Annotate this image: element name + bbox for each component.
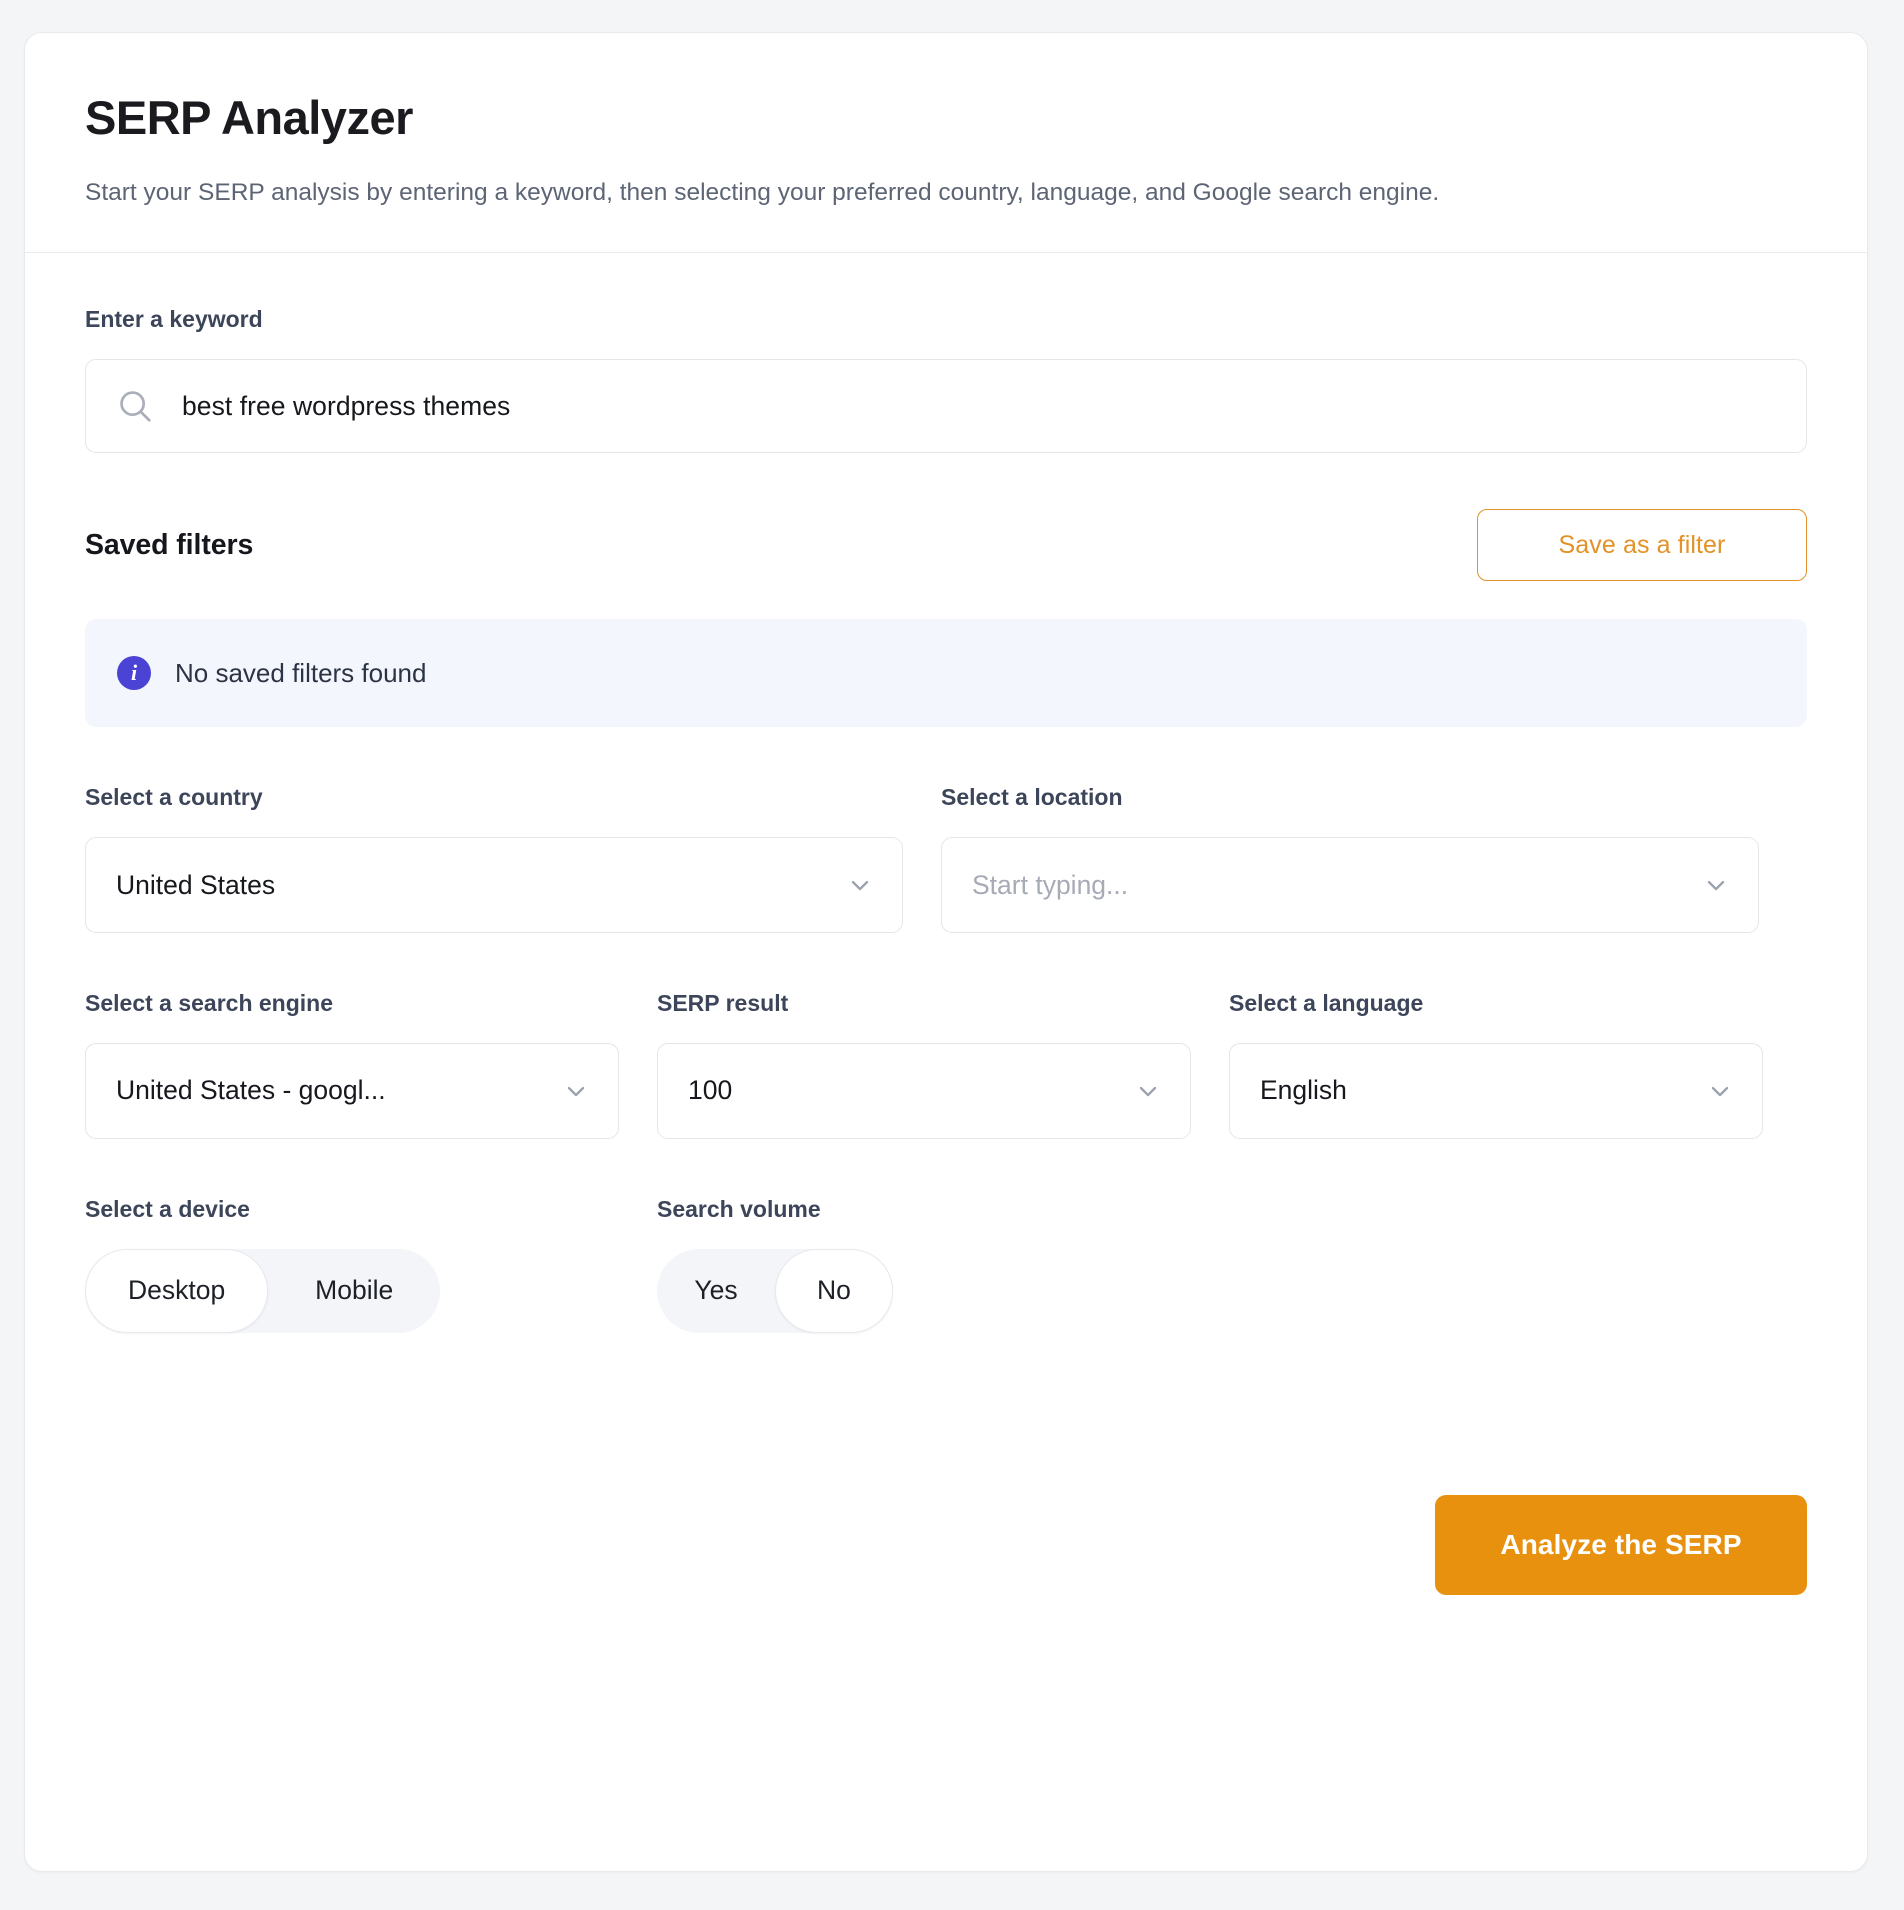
chevron-down-icon [1702, 871, 1730, 899]
location-field-group: Select a location Start typing... [941, 783, 1759, 934]
country-field-group: Select a country United States [85, 783, 903, 934]
language-field-group: Select a language English [1229, 989, 1763, 1139]
saved-filters-header: Saved filters Save as a filter [85, 509, 1807, 582]
country-label: Select a country [85, 784, 263, 811]
search-input[interactable]: best free wordpress themes [85, 359, 1807, 454]
search-volume-option-no[interactable]: No [775, 1248, 893, 1333]
serp-result-field-group: SERP result 100 [657, 989, 1191, 1139]
chevron-down-icon [846, 871, 874, 899]
search-engine-label: Select a search engine [85, 990, 334, 1017]
serp-result-label: SERP result [657, 990, 789, 1017]
serp-result-select[interactable]: 100 [657, 1042, 1191, 1139]
search-input-value: best free wordpress themes [182, 390, 511, 421]
country-location-row: Select a country United States Select a … [85, 783, 1807, 934]
search-icon [116, 387, 154, 425]
card-footer: Analyze the SERP [25, 1494, 1867, 1595]
language-label: Select a language [1229, 990, 1424, 1017]
page-root: SERP Analyzer Start your SERP analysis b… [0, 0, 1904, 1910]
chevron-down-icon [1134, 1077, 1162, 1105]
country-select[interactable]: United States [85, 837, 903, 934]
search-engine-field-group: Select a search engine United States - g… [85, 989, 619, 1139]
no-saved-filters-banner: i No saved filters found [85, 619, 1807, 728]
search-volume-toggle-group: Yes No [657, 1248, 893, 1333]
card-header: SERP Analyzer Start your SERP analysis b… [25, 33, 1867, 254]
language-select-value: English [1260, 1075, 1347, 1106]
engine-result-language-row: Select a search engine United States - g… [85, 989, 1807, 1139]
search-volume-label: Search volume [657, 1195, 821, 1222]
no-saved-filters-message: No saved filters found [175, 657, 427, 688]
device-option-mobile[interactable]: Mobile [268, 1249, 440, 1333]
device-toggle-group: Desktop Mobile [85, 1248, 441, 1333]
device-option-desktop[interactable]: Desktop [85, 1248, 269, 1333]
country-select-value: United States [116, 869, 276, 900]
save-as-filter-button[interactable]: Save as a filter [1477, 509, 1807, 582]
location-select-placeholder: Start typing... [972, 869, 1129, 900]
device-volume-row: Select a device Desktop Mobile Search vo… [85, 1195, 1807, 1333]
keyword-label: Enter a keyword [85, 306, 263, 333]
info-icon: i [117, 656, 151, 691]
keyword-field-group: Enter a keyword best free wordpress them… [85, 305, 1807, 454]
device-label: Select a device [85, 1195, 250, 1222]
location-select[interactable]: Start typing... [941, 837, 1759, 934]
saved-filters-title: Saved filters [85, 528, 254, 561]
language-select[interactable]: English [1229, 1042, 1763, 1139]
serp-result-select-value: 100 [688, 1075, 733, 1106]
location-label: Select a location [941, 784, 1123, 811]
search-volume-option-yes[interactable]: Yes [657, 1249, 775, 1333]
serp-analyzer-card: SERP Analyzer Start your SERP analysis b… [24, 32, 1868, 1872]
analyze-serp-button[interactable]: Analyze the SERP [1435, 1494, 1807, 1595]
page-subtitle: Start your SERP analysis by entering a k… [85, 179, 1440, 207]
card-body: Enter a keyword best free wordpress them… [25, 253, 1867, 1333]
chevron-down-icon [562, 1077, 590, 1105]
search-engine-select-value: United States - googl... [116, 1075, 386, 1106]
search-engine-select[interactable]: United States - googl... [85, 1042, 619, 1139]
page-title: SERP Analyzer [85, 91, 413, 144]
device-field-group: Select a device Desktop Mobile [85, 1195, 619, 1333]
chevron-down-icon [1706, 1077, 1734, 1105]
search-volume-field-group: Search volume Yes No [657, 1195, 1191, 1333]
